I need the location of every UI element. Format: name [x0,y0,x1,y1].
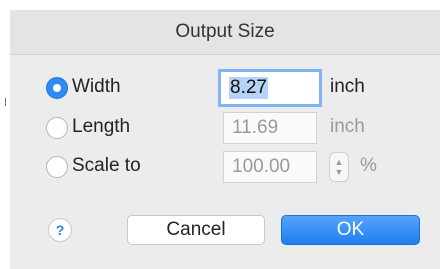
scale-radio[interactable] [46,156,68,178]
scale-input[interactable]: 100.00 [223,151,317,183]
help-button[interactable]: ? [48,218,72,242]
width-unit: inch [330,76,365,97]
window-left-edge [0,0,10,269]
ok-button[interactable]: OK [281,215,420,245]
length-input[interactable]: 11.69 [223,112,317,144]
scale-label[interactable]: Scale to [72,155,141,177]
width-value: 8.27 [229,77,268,99]
length-label[interactable]: Length [72,116,130,138]
dialog-titlebar: Output Size [10,10,440,55]
help-icon: ? [55,222,65,238]
edge-tick [5,98,6,106]
dialog-body: Width 8.27 inch Length 11.69 inch Scale … [10,55,440,269]
width-input[interactable]: 8.27 [218,69,322,107]
length-radio[interactable] [46,117,68,139]
scale-value: 100.00 [232,156,291,177]
length-value: 11.69 [232,117,279,138]
width-radio[interactable] [46,77,68,99]
stepper-up-icon[interactable]: ▲ [335,157,344,167]
stepper-down-icon[interactable]: ▼ [335,167,344,177]
scale-stepper[interactable]: ▲ ▼ [329,152,349,182]
width-label[interactable]: Width [72,76,121,98]
length-unit: inch [330,116,365,137]
scale-unit: % [360,155,377,176]
cancel-button[interactable]: Cancel [127,215,265,245]
dialog-title: Output Size [175,21,275,42]
